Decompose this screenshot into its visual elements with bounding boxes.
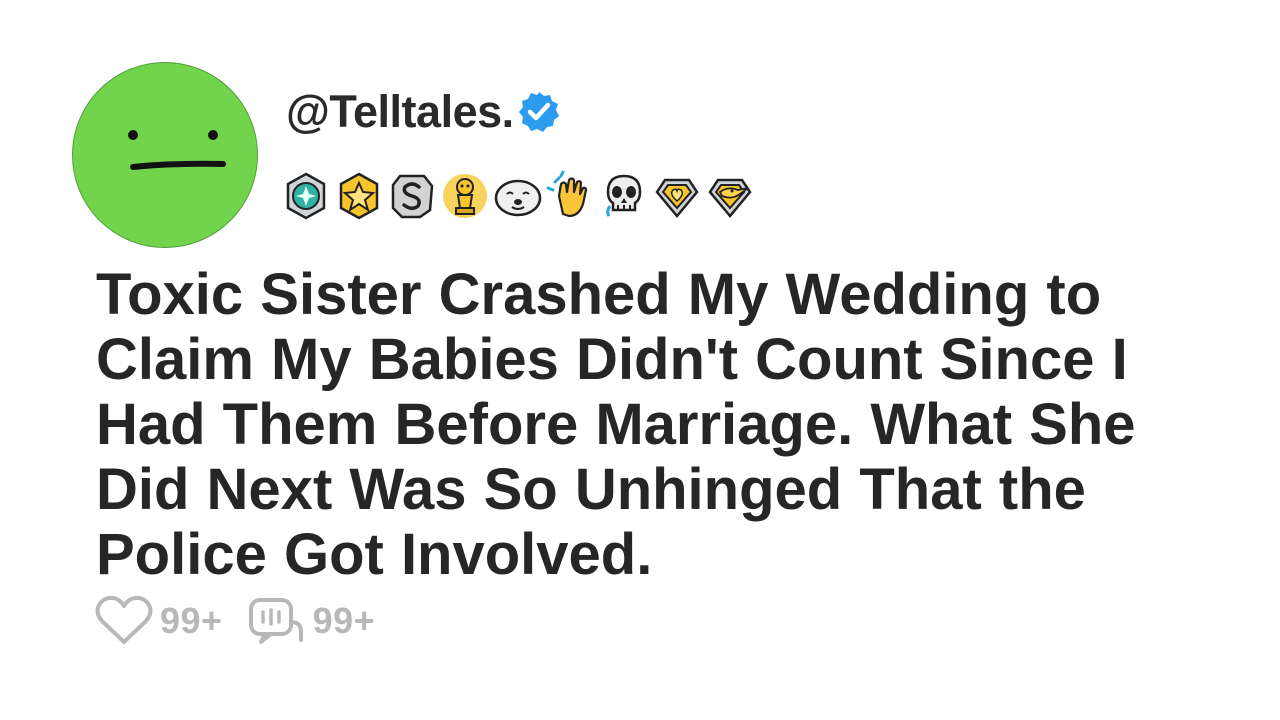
seal-face-award-icon[interactable] [492, 170, 544, 222]
gold-bird-diamond-award-icon[interactable] [704, 170, 756, 222]
clapping-hands-award-icon[interactable] [545, 170, 597, 222]
comments-count: 99+ [312, 600, 376, 641]
verified-check-icon [516, 89, 562, 135]
neutral-face-icon [128, 130, 226, 170]
gold-star-award-icon[interactable] [333, 170, 385, 222]
heart-outline-icon[interactable] [94, 594, 154, 648]
post-actions: 99+ 99+ [94, 594, 399, 648]
gold-heart-diamond-award-icon[interactable] [651, 170, 703, 222]
skull-award-icon[interactable] [598, 170, 650, 222]
avatar[interactable] [72, 62, 258, 248]
username-row: @Telltales. [286, 84, 562, 140]
likes-count: 99+ [160, 600, 223, 641]
silver-s-award-icon[interactable] [386, 170, 438, 222]
post-title[interactable]: Toxic Sister Crashed My Wedding to Claim… [96, 262, 1246, 587]
teal-gem-award-icon[interactable] [280, 170, 332, 222]
gold-trophy-award-icon[interactable] [439, 170, 491, 222]
award-badges [280, 170, 757, 222]
comment-bubble-icon[interactable] [247, 594, 307, 648]
username[interactable]: @Telltales. [286, 86, 514, 138]
